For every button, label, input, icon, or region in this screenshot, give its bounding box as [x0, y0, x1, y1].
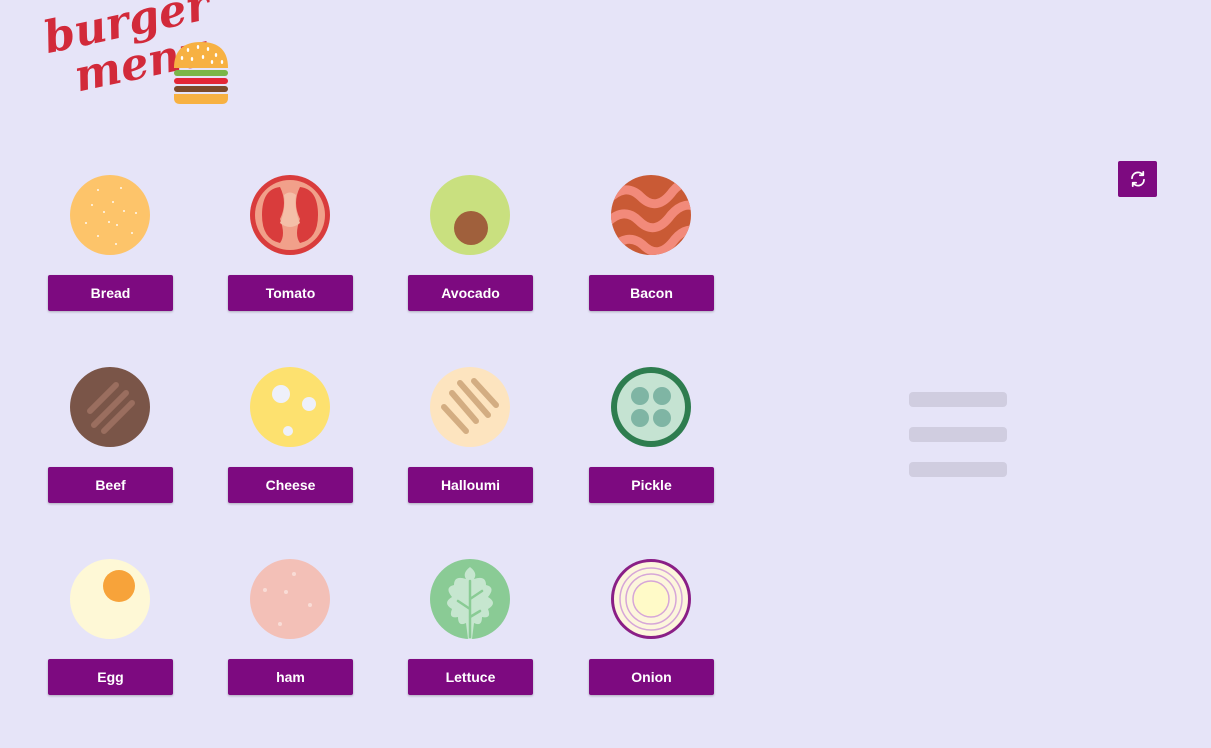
- ham-icon: [250, 559, 330, 639]
- placeholder-bar: [909, 462, 1007, 477]
- ingredient-card-avocado: Avocado: [408, 175, 533, 315]
- ingredient-button-bacon[interactable]: Bacon: [589, 275, 714, 311]
- burger-stack-placeholder: [909, 392, 1007, 478]
- cheese-icon: [250, 367, 330, 447]
- ingredient-button-ham[interactable]: ham: [228, 659, 353, 695]
- ingredient-button-bread[interactable]: Bread: [48, 275, 173, 311]
- ingredient-button-egg[interactable]: Egg: [48, 659, 173, 695]
- ingredient-button-onion[interactable]: Onion: [589, 659, 714, 695]
- egg-icon: [70, 559, 150, 639]
- ingredient-button-pickle[interactable]: Pickle: [589, 467, 714, 503]
- placeholder-bar: [909, 427, 1007, 442]
- bacon-icon: [611, 175, 691, 255]
- ingredient-card-bread: Bread: [48, 175, 173, 315]
- ingredient-button-avocado[interactable]: Avocado: [408, 275, 533, 311]
- ingredient-card-beef: Beef: [48, 367, 173, 507]
- ingredient-button-cheese[interactable]: Cheese: [228, 467, 353, 503]
- ingredient-card-tomato: Tomato: [228, 175, 353, 315]
- avocado-icon: [430, 175, 510, 255]
- ingredient-card-halloumi: Halloumi: [408, 367, 533, 507]
- ingredient-button-halloumi[interactable]: Halloumi: [408, 467, 533, 503]
- ingredient-button-tomato[interactable]: Tomato: [228, 275, 353, 311]
- ingredient-grid: Bread Tomato Avocado Bacon Beef Cheese H…: [0, 0, 760, 748]
- halloumi-icon: [430, 367, 510, 447]
- bread-icon: [70, 175, 150, 255]
- ingredient-card-egg: Egg: [48, 559, 173, 699]
- beef-icon: [70, 367, 150, 447]
- placeholder-bar: [909, 392, 1007, 407]
- lettuce-icon: [430, 559, 510, 639]
- ingredient-card-onion: Onion: [589, 559, 714, 699]
- ingredient-button-lettuce[interactable]: Lettuce: [408, 659, 533, 695]
- refresh-icon: [1130, 170, 1145, 188]
- tomato-icon: [250, 175, 330, 255]
- ingredient-card-pickle: Pickle: [589, 367, 714, 507]
- onion-icon: [611, 559, 691, 639]
- ingredient-button-beef[interactable]: Beef: [48, 467, 173, 503]
- refresh-button[interactable]: [1118, 161, 1157, 197]
- ingredient-card-bacon: Bacon: [589, 175, 714, 315]
- ingredient-card-ham: ham: [228, 559, 353, 699]
- ingredient-card-cheese: Cheese: [228, 367, 353, 507]
- ingredient-card-lettuce: Lettuce: [408, 559, 533, 699]
- pickle-icon: [611, 367, 691, 447]
